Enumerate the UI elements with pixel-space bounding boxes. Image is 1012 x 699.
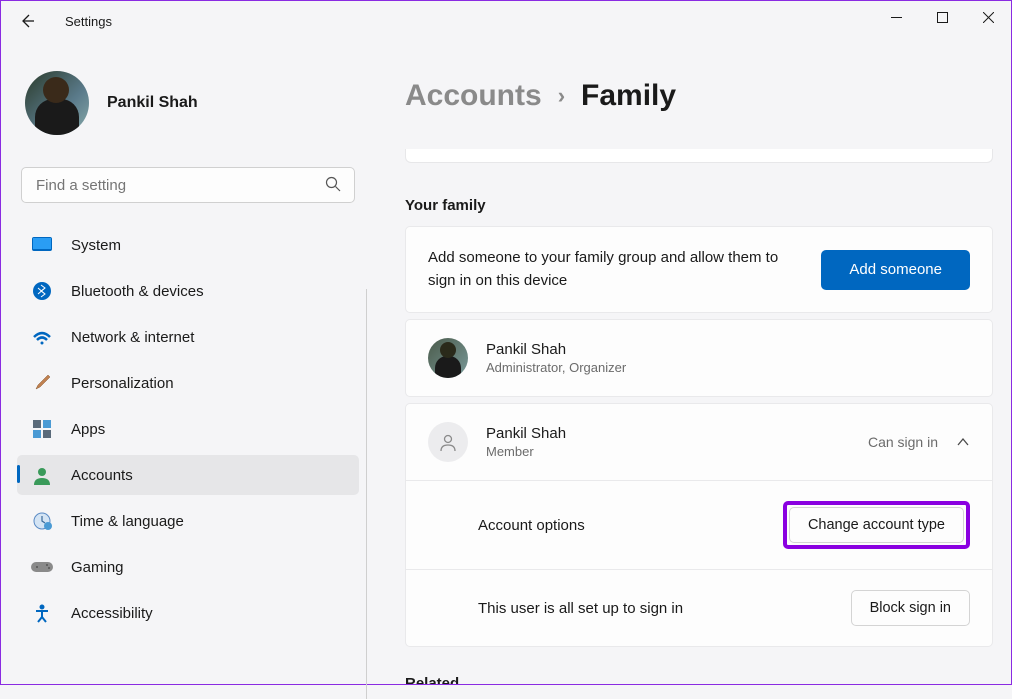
sidebar-item-label: System bbox=[71, 237, 121, 254]
sidebar-item-system[interactable]: System bbox=[17, 225, 359, 265]
profile-name: Pankil Shah bbox=[107, 94, 198, 112]
collapsed-card-stub bbox=[405, 149, 993, 163]
breadcrumb: Accounts › Family bbox=[405, 79, 993, 113]
window-title: Settings bbox=[65, 14, 112, 29]
sidebar-item-label: Gaming bbox=[71, 559, 124, 576]
section-title: Your family bbox=[405, 197, 993, 214]
system-icon bbox=[31, 234, 53, 256]
sidebar-item-network[interactable]: Network & internet bbox=[17, 317, 359, 357]
minimize-icon bbox=[891, 12, 902, 23]
member-header-row[interactable]: Pankil Shah Member Can sign in bbox=[406, 404, 992, 480]
chevron-right-icon: › bbox=[558, 83, 565, 109]
member-status: Can sign in bbox=[868, 434, 938, 450]
related-section-title: Related bbox=[405, 675, 993, 684]
search-icon bbox=[325, 176, 341, 197]
add-someone-card: Add someone to your family group and all… bbox=[405, 226, 993, 313]
minimize-button[interactable] bbox=[873, 1, 919, 33]
close-icon bbox=[983, 12, 994, 23]
member-role: Member bbox=[486, 444, 566, 459]
breadcrumb-parent[interactable]: Accounts bbox=[405, 79, 542, 113]
wifi-icon bbox=[31, 326, 53, 348]
profile-header[interactable]: Pankil Shah bbox=[17, 61, 359, 151]
sidebar-item-gaming[interactable]: Gaming bbox=[17, 547, 359, 587]
sidebar-item-label: Bluetooth & devices bbox=[71, 283, 204, 300]
signin-status-text: This user is all set up to sign in bbox=[478, 600, 683, 617]
gaming-icon bbox=[31, 556, 53, 578]
member-role: Administrator, Organizer bbox=[486, 360, 626, 375]
sidebar-item-accessibility[interactable]: Accessibility bbox=[17, 593, 359, 633]
sidebar-divider bbox=[366, 289, 367, 699]
person-icon bbox=[438, 432, 458, 452]
back-button[interactable] bbox=[19, 13, 47, 29]
sidebar-item-label: Apps bbox=[71, 421, 105, 438]
signin-options-row: This user is all set up to sign in Block… bbox=[406, 569, 992, 646]
account-options-label: Account options bbox=[478, 517, 585, 534]
sidebar-item-label: Accessibility bbox=[71, 605, 153, 622]
nav-list: System Bluetooth & devices Network & int… bbox=[17, 225, 359, 633]
maximize-icon bbox=[937, 12, 948, 23]
accounts-icon bbox=[31, 464, 53, 486]
member-avatar-placeholder bbox=[428, 422, 468, 462]
member-name: Pankil Shah bbox=[486, 425, 566, 442]
back-arrow-icon bbox=[19, 13, 35, 29]
sidebar-item-personalization[interactable]: Personalization bbox=[17, 363, 359, 403]
time-icon bbox=[31, 510, 53, 532]
add-someone-button[interactable]: Add someone bbox=[821, 250, 970, 290]
highlight-annotation: Change account type bbox=[783, 501, 970, 549]
sidebar-item-label: Time & language bbox=[71, 513, 184, 530]
search-input[interactable] bbox=[21, 167, 355, 203]
sidebar-item-apps[interactable]: Apps bbox=[17, 409, 359, 449]
sidebar-item-label: Personalization bbox=[71, 375, 174, 392]
sidebar-item-accounts[interactable]: Accounts bbox=[17, 455, 359, 495]
close-button[interactable] bbox=[965, 1, 1011, 33]
accessibility-icon bbox=[31, 602, 53, 624]
block-signin-button[interactable]: Block sign in bbox=[851, 590, 970, 626]
brush-icon bbox=[31, 372, 53, 394]
member-card-organizer[interactable]: Pankil Shah Administrator, Organizer bbox=[405, 319, 993, 397]
sidebar-item-bluetooth[interactable]: Bluetooth & devices bbox=[17, 271, 359, 311]
avatar bbox=[25, 71, 89, 135]
apps-icon bbox=[31, 418, 53, 440]
sidebar-item-label: Accounts bbox=[71, 467, 133, 484]
bluetooth-icon bbox=[31, 280, 53, 302]
maximize-button[interactable] bbox=[919, 1, 965, 33]
sidebar-item-label: Network & internet bbox=[71, 329, 194, 346]
member-name: Pankil Shah bbox=[486, 341, 626, 358]
member-avatar bbox=[428, 338, 468, 378]
sidebar-item-time[interactable]: Time & language bbox=[17, 501, 359, 541]
breadcrumb-current: Family bbox=[581, 79, 676, 113]
add-someone-text: Add someone to your family group and all… bbox=[428, 247, 798, 292]
chevron-up-icon bbox=[956, 434, 970, 450]
change-account-type-button[interactable]: Change account type bbox=[789, 507, 964, 543]
member-card-member: Pankil Shah Member Can sign in Account o… bbox=[405, 403, 993, 647]
account-options-row: Account options Change account type bbox=[406, 480, 992, 569]
